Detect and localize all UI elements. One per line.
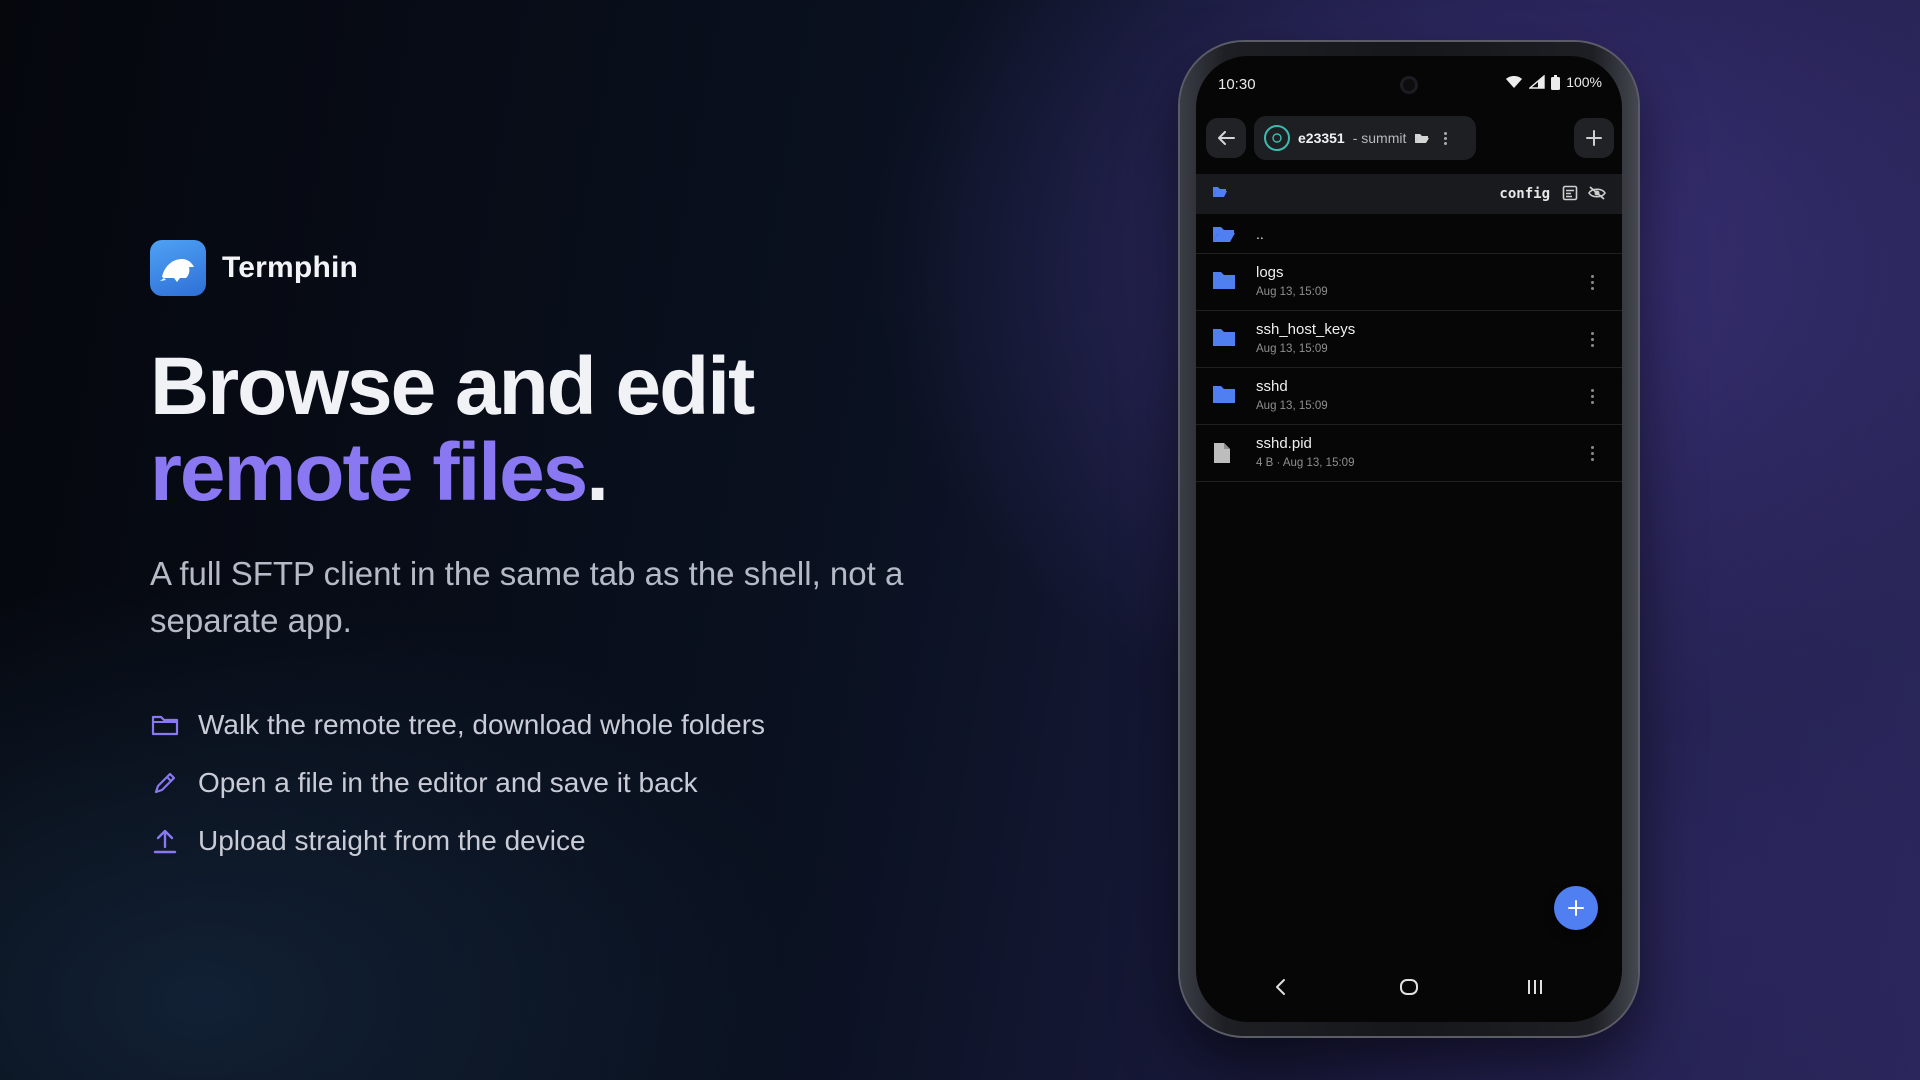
path-bar: config: [1196, 174, 1622, 214]
nav-back-icon[interactable]: [1274, 978, 1286, 996]
headline-period: .: [586, 427, 609, 518]
feature-item: Walk the remote tree, download whole fol…: [150, 696, 930, 754]
file-icon: [1214, 443, 1230, 463]
subtitle: A full SFTP client in the same tab as th…: [150, 555, 904, 639]
plus-icon: [1568, 900, 1584, 916]
feature-item: Open a file in the editor and save it ba…: [150, 754, 930, 812]
file-list: .. logs Aug 13, 15:09 ssh_host_keys Aug …: [1196, 216, 1622, 482]
session-host: e23351: [1298, 130, 1345, 146]
add-file-button[interactable]: [1554, 886, 1598, 930]
more-vert-icon[interactable]: [1444, 131, 1448, 145]
phone-mockup: 10:30 100% e23351 - summit config .. log…: [1180, 42, 1638, 1036]
folder-open-icon: [1213, 227, 1235, 242]
folder-icon: [1213, 329, 1235, 346]
back-button[interactable]: [1206, 118, 1246, 158]
more-vert-icon[interactable]: [1584, 441, 1600, 465]
file-row[interactable]: ssh_host_keys Aug 13, 15:09: [1196, 311, 1622, 368]
status-bar: 10:30 100%: [1196, 56, 1622, 106]
headline-line1: Browse and edit: [150, 341, 755, 432]
add-tab-button[interactable]: [1574, 118, 1614, 158]
headline: Browse and edit remote files.: [150, 344, 930, 516]
more-vert-icon[interactable]: [1584, 270, 1600, 294]
folder-icon: [1213, 386, 1235, 403]
file-row[interactable]: sshd.pid 4 B · Aug 13, 15:09: [1196, 425, 1622, 482]
marketing-panel: Termphin Browse and edit remote files. A…: [150, 240, 930, 870]
eye-off-icon[interactable]: [1588, 185, 1606, 201]
nav-recents-icon[interactable]: [1526, 979, 1544, 995]
file-meta: Aug 13, 15:09: [1256, 286, 1328, 298]
brand: Termphin: [150, 240, 930, 296]
brand-name: Termphin: [222, 251, 359, 284]
edit-path-icon[interactable]: [1562, 185, 1578, 201]
file-meta: Aug 13, 15:09: [1256, 343, 1328, 355]
folder-icon: [150, 710, 180, 740]
file-name: ..: [1256, 226, 1264, 242]
status-time: 10:30: [1218, 76, 1256, 93]
folder-open-icon: [1415, 134, 1430, 143]
system-nav-bar: [1196, 958, 1622, 1022]
more-vert-icon[interactable]: [1584, 327, 1600, 351]
battery-icon: [1551, 74, 1561, 90]
nav-home-icon[interactable]: [1399, 978, 1419, 996]
folder-icon: [1213, 272, 1235, 289]
feature-text: Open a file in the editor and save it ba…: [198, 767, 698, 798]
server-icon: [1264, 125, 1290, 151]
upload-icon: [150, 826, 180, 856]
session-chip[interactable]: e23351 - summit: [1254, 116, 1476, 160]
file-name: sshd: [1256, 378, 1288, 395]
dolphin-logo-icon: [150, 240, 206, 296]
file-name: logs: [1256, 264, 1284, 281]
phone-screen: 10:30 100% e23351 - summit config .. log…: [1196, 56, 1622, 1022]
feature-list: Walk the remote tree, download whole fol…: [150, 696, 930, 870]
session-label: - summit: [1352, 130, 1407, 146]
feature-text: Upload straight from the device: [198, 825, 586, 856]
folder-open-icon[interactable]: [1212, 186, 1228, 198]
app-bar: e23351 - summit: [1206, 116, 1614, 162]
file-name: ssh_host_keys: [1256, 321, 1356, 338]
status-icons: 100%: [1505, 74, 1602, 90]
file-row[interactable]: logs Aug 13, 15:09: [1196, 254, 1622, 311]
wifi-icon: [1506, 76, 1523, 88]
parent-directory-row[interactable]: ..: [1196, 216, 1622, 254]
battery-percent: 100%: [1566, 74, 1602, 90]
signal-icon: [1529, 75, 1545, 89]
feature-text: Walk the remote tree, download whole fol…: [198, 709, 766, 740]
headline-accent: remote files: [150, 427, 588, 518]
pencil-icon: [150, 768, 180, 798]
file-name: sshd.pid: [1256, 435, 1312, 452]
file-meta: 4 B · Aug 13, 15:09: [1256, 457, 1355, 469]
file-meta: Aug 13, 15:09: [1256, 400, 1328, 412]
camera-cutout: [1400, 76, 1418, 94]
feature-item: Upload straight from the device: [150, 812, 930, 870]
current-path[interactable]: config: [1499, 186, 1550, 202]
plus-icon: [1586, 130, 1602, 146]
arrow-left-icon: [1218, 131, 1235, 145]
file-row[interactable]: sshd Aug 13, 15:09: [1196, 368, 1622, 425]
more-vert-icon[interactable]: [1584, 384, 1600, 408]
